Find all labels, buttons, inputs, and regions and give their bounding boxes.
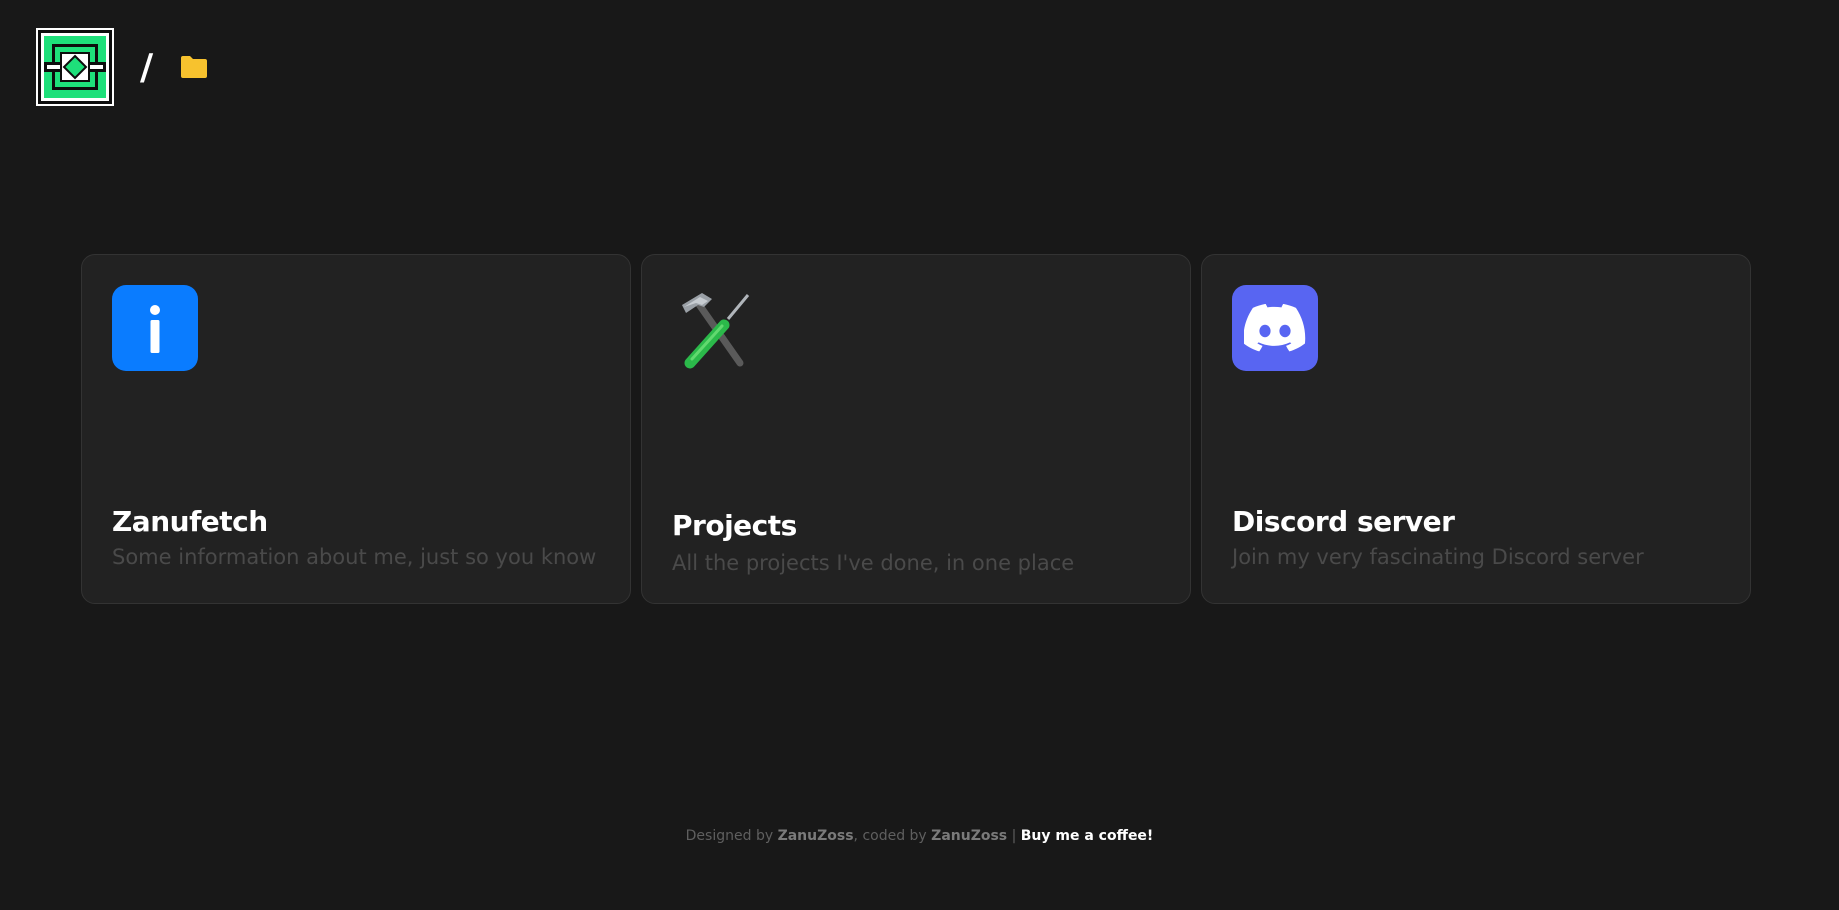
discord-icon bbox=[1232, 285, 1318, 371]
header: / bbox=[36, 28, 209, 106]
card-projects[interactable]: Projects All the projects I've done, in … bbox=[641, 254, 1191, 604]
breadcrumb-separator: / bbox=[140, 47, 154, 88]
folder-icon[interactable] bbox=[179, 54, 209, 80]
card-description: Join my very fascinating Discord server bbox=[1232, 545, 1644, 569]
maze-diamond-logo-icon[interactable] bbox=[36, 28, 114, 106]
footer-divider: | bbox=[1007, 828, 1021, 844]
card-grid: Zanufetch Some information about me, jus… bbox=[81, 254, 1751, 604]
card-description: Some information about me, just so you k… bbox=[112, 545, 597, 569]
card-description: All the projects I've done, in one place bbox=[672, 551, 1075, 575]
page: / Zanufetch Some information about me, j… bbox=[0, 0, 1839, 910]
hammer-and-wrench-icon bbox=[672, 285, 758, 371]
card-title: Projects bbox=[672, 509, 797, 542]
card-discord-server[interactable]: Discord server Join my very fascinating … bbox=[1201, 254, 1751, 604]
footer: Designed by ZanuZoss, coded by ZanuZoss … bbox=[0, 828, 1839, 844]
designer-name: ZanuZoss bbox=[777, 828, 854, 844]
coded-by-label: , coded by bbox=[853, 828, 932, 844]
coder-name: ZanuZoss bbox=[931, 828, 1008, 844]
card-title: Discord server bbox=[1232, 505, 1455, 538]
card-title: Zanufetch bbox=[112, 505, 268, 538]
card-zanufetch[interactable]: Zanufetch Some information about me, jus… bbox=[81, 254, 631, 604]
info-icon bbox=[112, 285, 198, 371]
designed-by-label: Designed by bbox=[685, 828, 778, 844]
buy-me-a-coffee-link[interactable]: Buy me a coffee! bbox=[1021, 828, 1154, 844]
